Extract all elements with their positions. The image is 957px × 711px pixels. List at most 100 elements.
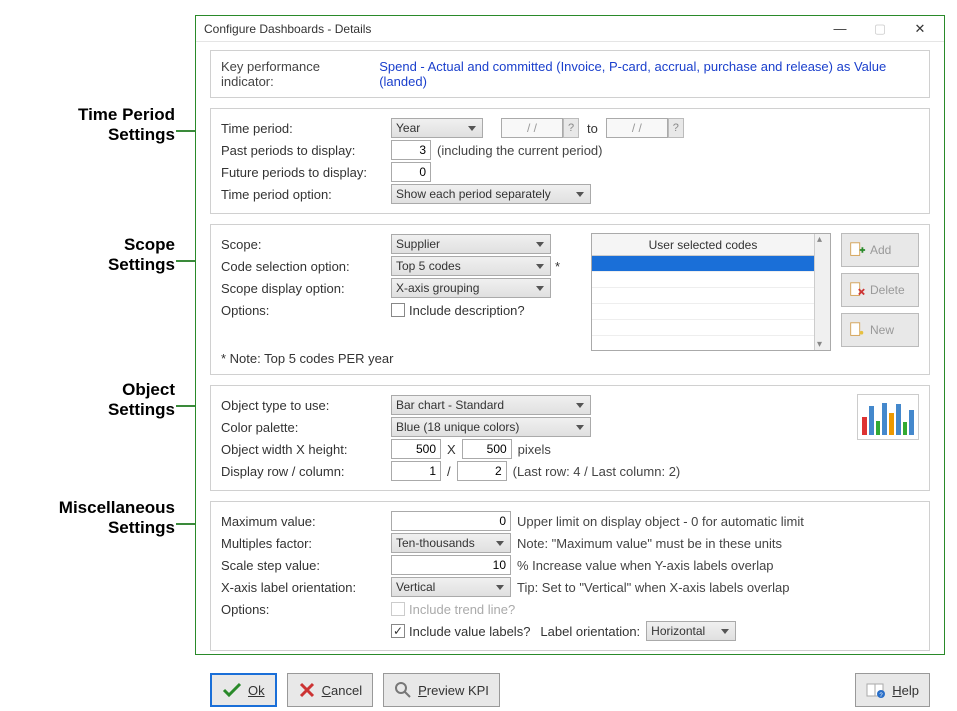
help-button[interactable]: ? Help [855,673,930,707]
chart-preview-icon [857,394,919,440]
window-title: Configure Dashboards - Details [200,22,820,36]
xaxis-orient-select[interactable]: Vertical [391,577,511,597]
value-labels-label: Include value labels? [409,624,530,639]
scope-footnote: * Note: Top 5 codes PER year [221,351,581,366]
scope-label: Scope: [221,237,391,252]
x-label: X [447,442,456,457]
cancel-button[interactable]: Cancel [287,673,373,707]
display-rc-label: Display row / column: [221,464,391,479]
annotation-misc: Miscellaneous Settings [0,498,175,538]
object-type-select[interactable]: Bar chart - Standard [391,395,591,415]
trend-line-checkbox[interactable] [391,602,405,616]
annotation-line [176,260,196,262]
past-periods-input[interactable] [391,140,431,160]
multiples-label: Multiples factor: [221,536,391,551]
scope-display-select[interactable]: X-axis grouping [391,278,551,298]
misc-section: Maximum value: Upper limit on display ob… [210,501,930,651]
display-row-input[interactable] [391,461,441,481]
list-item[interactable] [592,288,814,304]
time-period-select[interactable]: Year [391,118,483,138]
annotation-object: Object Settings [0,380,175,420]
check-icon [222,681,242,699]
user-codes-header: User selected codes [592,234,814,256]
object-wh-label: Object width X height: [221,442,391,457]
add-button[interactable]: Add [841,233,919,267]
slash-label: / [447,464,451,479]
multiples-select[interactable]: Ten-thousands [391,533,511,553]
scrollbar[interactable] [814,234,830,350]
magnifier-icon [394,681,412,699]
date-to[interactable]: / / [606,118,668,138]
maximize-button[interactable]: ▢ [860,18,900,40]
to-label: to [587,121,598,136]
color-palette-label: Color palette: [221,420,391,435]
include-description-checkbox[interactable] [391,303,405,317]
close-button[interactable]: ✕ [900,18,940,40]
time-option-label: Time period option: [221,187,391,202]
max-value-input[interactable] [391,511,511,531]
list-item[interactable] [592,256,814,272]
future-periods-label: Future periods to display: [221,165,391,180]
kpi-section: Key performance indicator: Spend - Actua… [210,50,930,98]
scope-section: Scope: Supplier Code selection option: T… [210,224,930,375]
user-codes-list[interactable]: User selected codes [591,233,831,351]
scope-options-label: Options: [221,303,391,318]
new-button[interactable]: New [841,313,919,347]
trend-line-label: Include trend line? [409,602,515,617]
future-periods-input[interactable] [391,162,431,182]
max-value-note: Upper limit on display object - 0 for au… [517,514,804,529]
time-period-label: Time period: [221,121,391,136]
list-item[interactable] [592,272,814,288]
xaxis-orient-label: X-axis label orientation: [221,580,391,595]
list-item[interactable] [592,320,814,336]
ok-button[interactable]: Ok [210,673,277,707]
object-width-input[interactable] [391,439,441,459]
kpi-link[interactable]: Spend - Actual and committed (Invoice, P… [379,59,919,89]
date-from-picker[interactable]: ? [563,118,579,138]
preview-kpi-button[interactable]: Preview KPI [383,673,500,707]
new-icon [848,321,866,339]
scale-step-note: % Increase value when Y-axis labels over… [517,558,774,573]
multiples-note: Note: "Maximum value" must be in these u… [517,536,782,551]
misc-options-label: Options: [221,602,391,617]
star-note: * [555,259,560,274]
label-orient-select[interactable]: Horizontal [646,621,736,641]
date-from[interactable]: / / [501,118,563,138]
annotation-line [176,130,196,132]
annotation-line [176,405,196,407]
past-periods-label: Past periods to display: [221,143,391,158]
display-col-input[interactable] [457,461,507,481]
kpi-label: Key performance indicator: [221,59,371,89]
scale-step-input[interactable] [391,555,511,575]
add-icon [848,241,866,259]
titlebar: Configure Dashboards - Details — ▢ ✕ [196,16,944,42]
code-selection-label: Code selection option: [221,259,391,274]
max-value-label: Maximum value: [221,514,391,529]
scope-select[interactable]: Supplier [391,234,551,254]
object-height-input[interactable] [462,439,512,459]
cancel-icon [298,681,316,699]
date-to-picker[interactable]: ? [668,118,684,138]
time-period-section: Time period: Year / / ? to / / ? Past pe… [210,108,930,214]
dialog-window: Configure Dashboards - Details — ▢ ✕ Key… [195,15,945,655]
annotation-time: Time Period Settings [0,105,175,145]
scope-display-label: Scope display option: [221,281,391,296]
delete-icon [848,281,866,299]
annotation-scope: Scope Settings [0,235,175,275]
time-option-select[interactable]: Show each period separately [391,184,591,204]
object-type-label: Object type to use: [221,398,391,413]
annotation-line [176,523,196,525]
help-icon: ? [866,681,886,699]
value-labels-checkbox[interactable] [391,624,405,638]
delete-button[interactable]: Delete [841,273,919,307]
xaxis-orient-note: Tip: Set to "Vertical" when X-axis label… [517,580,790,595]
color-palette-select[interactable]: Blue (18 unique colors) [391,417,591,437]
object-section: Object type to use: Bar chart - Standard… [210,385,930,491]
code-selection-select[interactable]: Top 5 codes [391,256,551,276]
minimize-button[interactable]: — [820,18,860,40]
pixels-label: pixels [518,442,551,457]
label-orient-label: Label orientation: [540,624,640,639]
rc-note: (Last row: 4 / Last column: 2) [513,464,681,479]
list-item[interactable] [592,304,814,320]
scale-step-label: Scale step value: [221,558,391,573]
